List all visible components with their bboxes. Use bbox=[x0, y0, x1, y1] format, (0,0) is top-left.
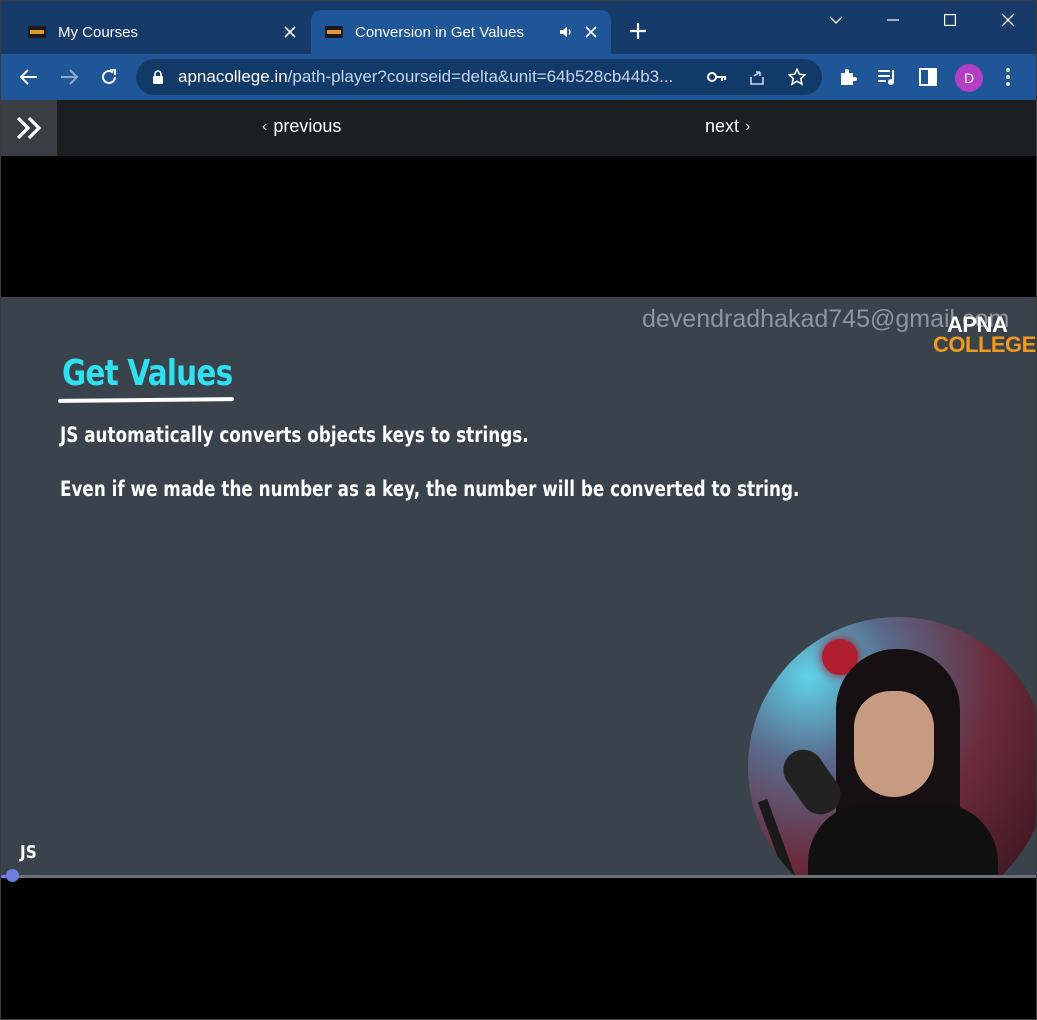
url-host: apnacollege.in bbox=[178, 67, 288, 86]
tab-title: My Courses bbox=[58, 23, 139, 41]
chevron-right-icon: › bbox=[745, 117, 751, 135]
profile-avatar[interactable]: D bbox=[955, 64, 983, 92]
logo-line-2: COLLEGE bbox=[933, 332, 1036, 357]
apna-college-favicon-icon bbox=[28, 26, 46, 38]
title-bar: My Courses Conversion in Get Values bbox=[0, 0, 1037, 54]
slide-text-line-2: Even if we made the number as a key, the… bbox=[60, 477, 800, 501]
tab-search-chevron-icon[interactable] bbox=[816, 6, 856, 34]
address-bar[interactable]: apnacollege.in/path-player?courseid=delt… bbox=[136, 59, 822, 95]
reload-button[interactable] bbox=[94, 62, 124, 92]
title-underline bbox=[57, 397, 235, 403]
bookmark-star-icon[interactable] bbox=[786, 66, 808, 88]
next-label: next bbox=[705, 116, 740, 136]
new-tab-button[interactable] bbox=[624, 18, 652, 46]
instructor-body bbox=[808, 803, 998, 876]
browser-toolbar: apnacollege.in/path-player?courseid=delt… bbox=[0, 54, 1037, 100]
next-link[interactable]: next › bbox=[705, 116, 750, 137]
close-tab-icon[interactable] bbox=[579, 20, 603, 44]
media-control-icon[interactable] bbox=[876, 65, 900, 89]
js-badge: JS bbox=[20, 842, 37, 863]
course-nav-bar: ‹ previous next › bbox=[0, 100, 1037, 156]
browser-window: My Courses Conversion in Get Values apna… bbox=[0, 0, 1037, 1020]
extensions-puzzle-icon[interactable] bbox=[836, 65, 860, 89]
tab-my-courses[interactable]: My Courses bbox=[14, 10, 310, 54]
tab-title: Conversion in Get Values bbox=[355, 23, 524, 41]
double-chevron-right-icon bbox=[16, 116, 41, 140]
mic-arm bbox=[757, 798, 809, 876]
share-icon[interactable] bbox=[746, 66, 768, 88]
speaker-icon[interactable] bbox=[555, 21, 577, 43]
key-icon[interactable] bbox=[706, 66, 728, 88]
instructor-face bbox=[854, 691, 934, 797]
tab-conversion-in-get-values[interactable]: Conversion in Get Values bbox=[311, 10, 611, 54]
slide-text-line-1: JS automatically converts objects keys t… bbox=[60, 423, 529, 447]
minimize-button[interactable] bbox=[873, 6, 913, 34]
url-text[interactable]: apnacollege.in/path-player?courseid=delt… bbox=[178, 67, 698, 87]
back-button[interactable] bbox=[14, 62, 44, 92]
side-panel-icon[interactable] bbox=[916, 65, 940, 89]
forward-button[interactable] bbox=[54, 62, 84, 92]
previous-label: previous bbox=[273, 116, 342, 136]
url-path: /path-player?courseid=delta&unit=64b528c… bbox=[287, 67, 674, 86]
sidebar-toggle-button[interactable] bbox=[0, 100, 57, 156]
progress-scrubber-handle[interactable] bbox=[6, 869, 19, 882]
lock-icon[interactable] bbox=[150, 69, 166, 85]
chevron-left-icon: ‹ bbox=[262, 117, 268, 135]
slide-title: Get Values bbox=[62, 353, 233, 394]
close-tab-icon[interactable] bbox=[278, 20, 302, 44]
apna-college-logo: APNA COLLEGE bbox=[933, 314, 1036, 357]
video-progress-bar[interactable] bbox=[0, 875, 1037, 878]
more-menu-icon[interactable] bbox=[996, 65, 1020, 89]
maximize-button[interactable] bbox=[930, 6, 970, 34]
previous-link[interactable]: ‹ previous bbox=[262, 116, 341, 137]
apna-college-favicon-icon bbox=[325, 26, 343, 38]
close-window-button[interactable] bbox=[988, 6, 1028, 34]
video-slide: devendradhakad745@gmail.com APNA COLLEGE… bbox=[0, 297, 1037, 876]
instructor-webcam bbox=[748, 617, 1037, 876]
